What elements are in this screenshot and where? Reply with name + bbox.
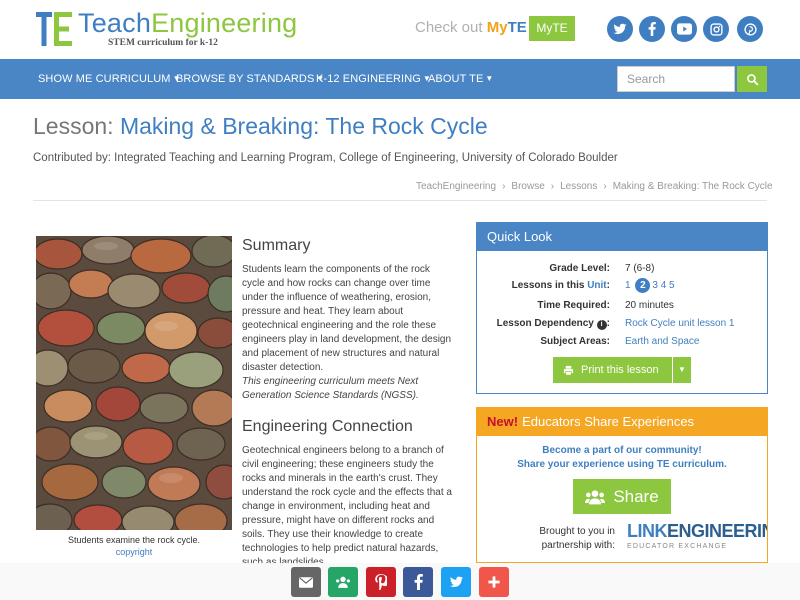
- subject-areas-link[interactable]: Earth and Space: [625, 336, 700, 347]
- page-title: Lesson: Making & Breaking: The Rock Cycl…: [33, 113, 488, 139]
- search-button[interactable]: [737, 66, 767, 92]
- facebook-icon[interactable]: [403, 567, 433, 597]
- grade-level-value: 7 (6-8): [625, 263, 655, 274]
- nav-browse-by-standards[interactable]: BROWSE BY STANDARDS ▼: [176, 73, 324, 85]
- print-lesson-button[interactable]: Print this lesson: [553, 357, 672, 383]
- lesson-dependency-link[interactable]: Rock Cycle unit lesson 1: [625, 318, 735, 329]
- nav-about-te[interactable]: ABOUT TE ▼: [428, 73, 493, 85]
- unit-lesson-1[interactable]: 1: [625, 280, 631, 291]
- subject-areas-label: Subject Areas:: [540, 336, 610, 347]
- engineering-connection-text: Geotechnical engineers belong to a branc…: [242, 445, 452, 564]
- quick-look-heading: Quick Look: [477, 223, 767, 251]
- lesson-dependency-label: Lesson Dependency i:: [496, 318, 610, 330]
- quick-look-panel: Quick Look Grade Level: 7 (6-8) Lessons …: [476, 222, 768, 394]
- site-logo[interactable]: TeachEngineering STEM curriculum for k-1…: [36, 8, 298, 50]
- logo-tagline: STEM curriculum for k-12: [108, 38, 218, 48]
- email-icon[interactable]: [291, 567, 321, 597]
- te-logo-icon: [36, 12, 72, 46]
- educators-heading: New! Educators Share Experiences: [477, 408, 767, 436]
- divider: [33, 200, 767, 201]
- ngss-note: This engineering curriculum meets Next G…: [242, 376, 419, 401]
- copyright-link[interactable]: copyright: [36, 547, 232, 557]
- myte-button[interactable]: MyTE: [529, 16, 575, 41]
- breadcrumb-current: Making & Breaking: The Rock Cycle: [612, 181, 773, 192]
- time-required-value: 20 minutes: [625, 300, 674, 311]
- myte-promo[interactable]: Check out MyTE: [415, 19, 527, 36]
- photo-caption: Students examine the rock cycle.: [67, 535, 201, 545]
- summary-heading: Summary: [242, 237, 311, 254]
- nav-show-me-curriculum[interactable]: SHOW ME CURRICULUM ▼: [38, 73, 181, 85]
- site-header: TeachEngineering STEM curriculum for k-1…: [0, 0, 800, 58]
- logo-wordmark: TeachEngineering: [78, 8, 298, 38]
- time-required-label: Time Required:: [537, 300, 610, 311]
- breadcrumb-teachengineering[interactable]: TeachEngineering: [416, 181, 496, 192]
- users-icon: [585, 489, 606, 504]
- grade-level-label: Grade Level:: [549, 263, 610, 274]
- pinterest-icon[interactable]: [737, 16, 763, 42]
- lesson-photo[interactable]: [36, 236, 232, 530]
- share-button[interactable]: Share: [573, 479, 671, 514]
- engineering-connection-heading: Engineering Connection: [242, 418, 413, 435]
- educators-share-panel: New! Educators Share Experiences Become a…: [476, 407, 768, 563]
- youtube-icon[interactable]: [671, 16, 697, 42]
- twitter-icon[interactable]: [607, 16, 633, 42]
- summary-text: Students learn the components of the roc…: [242, 263, 454, 403]
- more-plus-icon[interactable]: [479, 567, 509, 597]
- unit-lesson-current: 2: [635, 278, 651, 293]
- linkengineering-logo[interactable]: LINKENGINEERING EDUCATOR EXCHANGE: [627, 521, 767, 557]
- info-icon[interactable]: i: [596, 320, 607, 330]
- chevron-down-icon: ▼: [485, 74, 494, 83]
- printer-icon: [563, 365, 574, 375]
- unit-lesson-pager: 1 23 4 5: [625, 278, 675, 293]
- search-icon: [746, 73, 758, 85]
- print-options-dropdown[interactable]: ▼: [673, 357, 691, 383]
- lessons-in-unit-label: Lessons in this Unit:: [511, 280, 610, 291]
- community-link[interactable]: Become a part of our community!: [477, 445, 767, 456]
- search-input[interactable]: [617, 66, 735, 92]
- share-experience-link[interactable]: Share your experience using TE curriculu…: [477, 459, 767, 470]
- instagram-icon[interactable]: [703, 16, 729, 42]
- breadcrumb-browse[interactable]: Browse: [511, 181, 544, 192]
- unit-lesson-4[interactable]: 4: [661, 280, 667, 291]
- facebook-icon[interactable]: [639, 16, 665, 42]
- nav-k12-engineering[interactable]: K-12 ENGINEERING ▼: [316, 73, 431, 85]
- twitter-icon[interactable]: [441, 567, 471, 597]
- partnership-text: Brought to you in partnership with:: [539, 526, 615, 551]
- contributed-by: Contributed by: Integrated Teaching and …: [33, 152, 618, 164]
- unit-lesson-3[interactable]: 3: [652, 280, 658, 291]
- breadcrumb: TeachEngineering › Browse › Lessons › Making &…: [416, 181, 773, 192]
- unit-lesson-5[interactable]: 5: [669, 280, 675, 291]
- unit-link[interactable]: Unit: [587, 280, 606, 291]
- pinterest-icon[interactable]: [366, 567, 396, 597]
- google-classroom-icon[interactable]: [328, 567, 358, 597]
- floating-share-bar: [0, 563, 800, 600]
- caret-down-icon: ▼: [678, 365, 686, 374]
- breadcrumb-lessons[interactable]: Lessons: [560, 181, 597, 192]
